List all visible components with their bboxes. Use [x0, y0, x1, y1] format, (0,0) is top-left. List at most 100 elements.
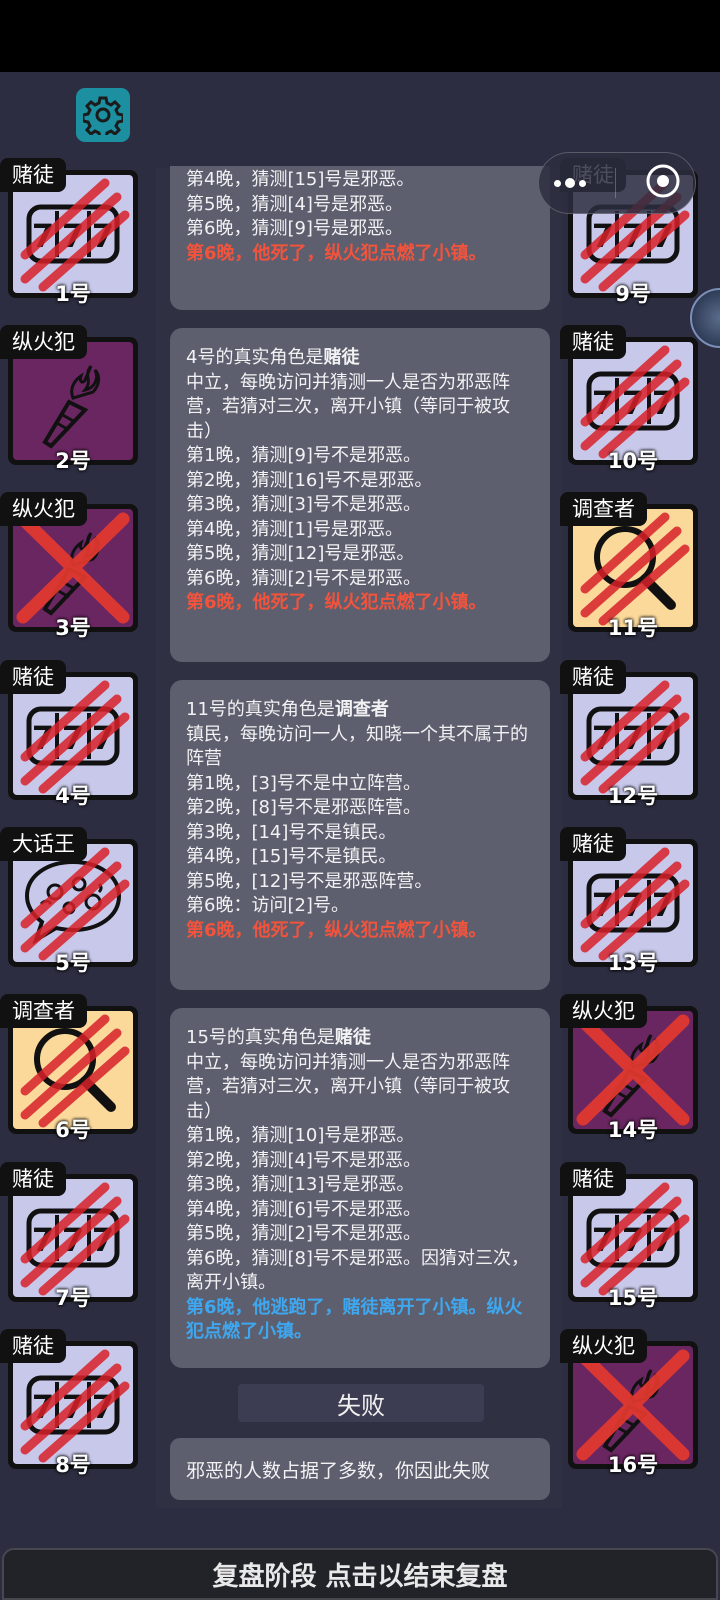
player-card-15[interactable]: 777赌徒 15号	[560, 1162, 698, 1310]
player-card-11[interactable]: 调查者 11号	[560, 492, 698, 640]
settings-button[interactable]	[76, 88, 130, 142]
player-number: 3号	[55, 616, 91, 640]
player-number: 11号	[607, 616, 659, 640]
log-card-player-11: 11号的真实角色是调查者 镇民，每晚访问一人，知晓一个其不属于的阵营 第1晚，[…	[170, 680, 550, 990]
log-line: 第1晚，[3]号不是中立阵营。	[186, 772, 421, 794]
log-line: 第1晚，猜测[9]号不是邪恶。	[186, 445, 421, 466]
log-line: 第3晚，[14]号不是镇民。	[186, 821, 397, 843]
mini-program-capsule	[538, 152, 696, 214]
player-card-14[interactable]: 纵火犯 14号	[560, 994, 698, 1142]
role-tag: 纵火犯	[0, 492, 87, 526]
role-tag: 纵火犯	[560, 994, 647, 1028]
log-line: 第5晚，猜测[12]号是邪恶。	[186, 543, 415, 564]
speech-bubble-icon	[13, 844, 133, 962]
player-card-6[interactable]: 调查者 6号	[0, 994, 138, 1142]
player-number: 8号	[55, 1453, 91, 1477]
role-description: 中立，每晚访问并猜测一人是否为邪恶阵营，若猜对三次，离开小镇（等同于被攻击）	[186, 371, 510, 442]
card-title: 15号的真实角色是赌徒	[186, 1027, 371, 1048]
death-line: 第6晚，他死了，纵火犯点燃了小镇。	[186, 919, 487, 941]
log-line: 第6晚，猜测[9]号是邪恶。	[186, 218, 403, 239]
log-line: 第6晚，猜测[2]号不是邪恶。	[186, 567, 421, 589]
slot-777-icon: 777	[13, 677, 133, 795]
player-number: 7号	[55, 1286, 91, 1310]
capsule-divider	[614, 168, 616, 198]
magnifier-icon	[573, 509, 693, 627]
log-line: 第6晚：访问[2]号。	[186, 895, 349, 916]
player-card-7[interactable]: 777赌徒 7号	[0, 1162, 138, 1310]
player-number: 4号	[55, 784, 91, 808]
player-number: 16号	[607, 1453, 659, 1477]
player-number: 1号	[55, 282, 91, 306]
result-message: 邪恶的人数占据了多数，你因此失败	[170, 1438, 550, 1500]
log-line: 第2晚，猜测[4]号不是邪恶。	[186, 1149, 421, 1171]
role-tag: 调查者	[560, 492, 647, 526]
role-tag: 纵火犯	[560, 1329, 647, 1363]
target-close-icon[interactable]	[645, 163, 681, 203]
torch-icon	[13, 342, 133, 460]
role-tag: 纵火犯	[0, 325, 87, 359]
role-tag: 大话王	[0, 827, 87, 861]
status-bar	[0, 0, 720, 72]
log-card-player-1: 第4晚，猜测[15]号是邪恶。 第5晚，猜测[4]号是邪恶。 第6晚，猜测[9]…	[170, 166, 550, 310]
log-line: 第3晚，猜测[3]号不是邪恶。	[186, 494, 421, 515]
player-card-1[interactable]: 777赌徒 1号	[0, 158, 138, 306]
more-dots-icon[interactable]	[553, 178, 586, 188]
role-tag: 赌徒	[0, 1329, 66, 1363]
log-line: 第4晚，[15]号不是镇民。	[186, 846, 397, 867]
player-card-12[interactable]: 777赌徒 12号	[560, 660, 698, 808]
player-card-2[interactable]: 纵火犯 2号	[0, 325, 138, 473]
card-title: 11号的真实角色是调查者	[186, 699, 389, 720]
player-card-16[interactable]: 纵火犯 16号	[560, 1329, 698, 1477]
slot-777-icon: 777	[573, 677, 693, 795]
player-number: 15号	[607, 1286, 659, 1310]
player-number: 12号	[607, 784, 659, 808]
role-name: 调查者	[334, 699, 389, 720]
death-line: 第6晚，他死了，纵火犯点燃了小镇。	[186, 242, 487, 264]
slot-777-icon: 777	[573, 1179, 693, 1297]
player-number: 13号	[607, 951, 659, 975]
escape-line: 第6晚，他逃跑了，赌徒离开了小镇。纵火犯点燃了小镇。	[186, 1296, 523, 1343]
log-line: 第5晚，[12]号不是邪恶阵营。	[186, 870, 433, 892]
death-line: 第6晚，他死了，纵火犯点燃了小镇。	[186, 592, 487, 613]
player-card-10[interactable]: 777赌徒 10号	[560, 325, 698, 473]
log-card-player-15: 15号的真实角色是赌徒 中立，每晚访问并猜测一人是否为邪恶阵营，若猜对三次，离开…	[170, 1008, 550, 1368]
log-line: 第5晚，猜测[4]号是邪恶。	[186, 193, 403, 215]
player-number: 14号	[607, 1118, 659, 1142]
player-number: 9号	[615, 282, 651, 306]
magnifier-icon	[13, 1011, 133, 1129]
log-line: 第2晚，猜测[16]号不是邪恶。	[186, 469, 433, 491]
log-line: 第3晚，猜测[13]号是邪恶。	[186, 1174, 415, 1195]
log-line: 第4晚，猜测[15]号是邪恶。	[186, 169, 415, 190]
player-card-13[interactable]: 777赌徒 13号	[560, 827, 698, 975]
torch-icon	[13, 509, 133, 627]
player-number: 5号	[55, 951, 91, 975]
log-card-player-4: 4号的真实角色是赌徒 中立，每晚访问并猜测一人是否为邪恶阵营，若猜对三次，离开小…	[170, 328, 550, 662]
role-description: 中立，每晚访问并猜测一人是否为邪恶阵营，若猜对三次，离开小镇（等同于被攻击）	[186, 1051, 510, 1122]
torch-icon	[573, 1011, 693, 1129]
role-tag: 调查者	[0, 994, 87, 1028]
gear-icon	[83, 96, 123, 135]
player-card-5[interactable]: 大话王 5号	[0, 827, 138, 975]
player-card-3[interactable]: 纵火犯 3号	[0, 492, 138, 640]
role-tag: 赌徒	[0, 158, 66, 192]
slot-777-icon: 777	[13, 1179, 133, 1297]
log-line: 第6晚，猜测[8]号不是邪恶。因猜对三次，离开小镇。	[186, 1247, 529, 1294]
end-review-button[interactable]: 复盘阶段 点击以结束复盘	[2, 1548, 718, 1600]
player-card-4[interactable]: 777赌徒 4号	[0, 660, 138, 808]
role-name: 赌徒	[334, 1027, 371, 1048]
slot-777-icon: 777	[573, 342, 693, 460]
player-number: 6号	[55, 1118, 91, 1142]
result-title: 失败	[238, 1384, 484, 1422]
role-tag: 赌徒	[560, 660, 626, 694]
log-line: 第5晚，猜测[2]号不是邪恶。	[186, 1223, 421, 1244]
role-tag: 赌徒	[560, 1162, 626, 1196]
slot-777-icon: 777	[13, 175, 133, 293]
role-tag: 赌徒	[0, 1162, 66, 1196]
player-card-8[interactable]: 777赌徒 8号	[0, 1329, 138, 1477]
card-title: 4号的真实角色是赌徒	[186, 347, 360, 368]
player-number: 10号	[607, 449, 659, 473]
log-line: 第1晚，猜测[10]号是邪恶。	[186, 1125, 415, 1146]
log-line: 第2晚，[8]号不是邪恶阵营。	[186, 797, 421, 818]
player-number: 2号	[55, 449, 91, 473]
role-description: 镇民，每晚访问一人，知晓一个其不属于的阵营	[186, 723, 528, 770]
